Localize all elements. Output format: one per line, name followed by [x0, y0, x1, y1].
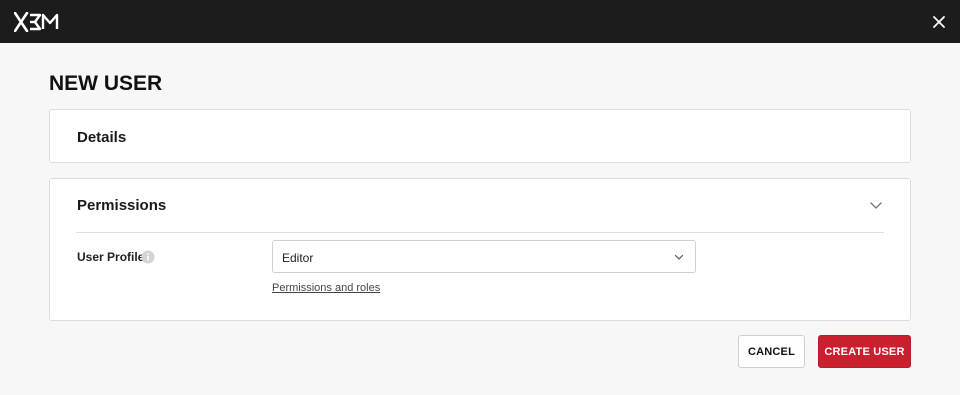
close-icon[interactable]	[928, 11, 950, 33]
info-icon[interactable]	[141, 250, 155, 264]
section-divider	[76, 232, 884, 233]
top-bar	[0, 0, 960, 43]
user-profile-select-value: Editor	[282, 251, 314, 265]
cancel-button[interactable]: CANCEL	[738, 335, 805, 368]
permissions-section-title: Permissions	[77, 197, 167, 214]
create-user-button[interactable]: CREATE USER	[818, 335, 911, 368]
details-section-title: Details	[77, 129, 127, 146]
user-profile-select[interactable]: Editor	[272, 240, 696, 273]
chevron-down-icon	[674, 254, 684, 260]
x3m-logo	[14, 12, 59, 32]
permissions-and-roles-link[interactable]: Permissions and roles	[272, 282, 380, 294]
chevron-down-icon[interactable]	[868, 197, 884, 213]
permissions-section: Permissions User Profile Editor Permissi…	[49, 178, 911, 321]
user-profile-label: User Profile	[77, 250, 145, 264]
details-section[interactable]: Details	[49, 109, 911, 163]
page-title: NEW USER	[49, 72, 163, 95]
